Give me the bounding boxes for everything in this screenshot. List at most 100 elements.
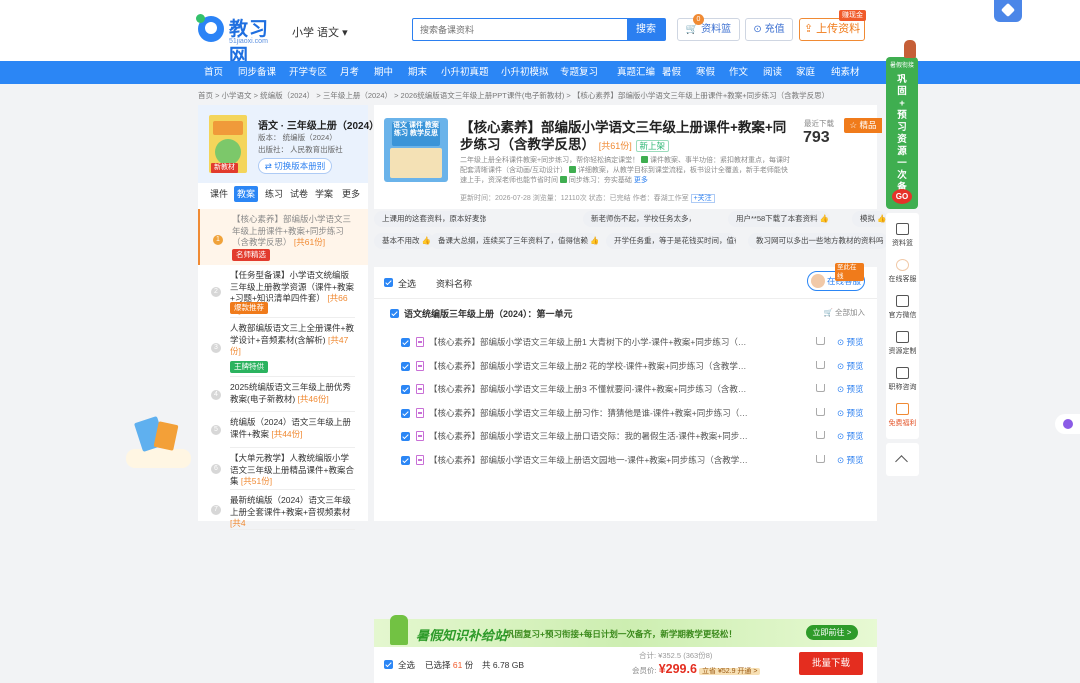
side-banner-char: 资 bbox=[897, 134, 907, 145]
online-service-button[interactable]: 至此在线 在线客服 bbox=[807, 263, 865, 291]
nav-item[interactable]: 月考 bbox=[340, 61, 359, 84]
nav-item[interactable]: 同步备课 bbox=[238, 61, 276, 84]
file-checkbox[interactable] bbox=[401, 408, 410, 418]
tab-more[interactable]: 更多 bbox=[339, 186, 363, 202]
list-item[interactable]: 1 【核心素养】部编版小学语文三年级上册课件+教案+同步练习（含教学反思） [共6… bbox=[198, 209, 368, 265]
preview-link[interactable]: ⊙ 预览 bbox=[837, 383, 864, 395]
file-name[interactable]: 【核心素养】部编版小学语文三年级上册习作：猜猜他是谁-课件+教案+同步练习（含教… bbox=[429, 407, 749, 419]
file-row[interactable]: 【核心素养】部编版小学语文三年级上册语文园地一-课件+教案+同步练习（含教学反思… bbox=[374, 449, 877, 472]
tab-study-plan[interactable]: 学案 bbox=[312, 186, 336, 202]
file-row[interactable]: 【核心素养】部编版小学语文三年级上册2 花的学校-课件+教案+同步练习（含教学反… bbox=[374, 355, 877, 378]
recharge-button[interactable]: ⊙ 充值 bbox=[745, 18, 793, 41]
nav-item[interactable]: 期末 bbox=[408, 61, 427, 84]
side-service-avatar[interactable]: 在线客服 bbox=[886, 259, 919, 284]
back-to-top-button[interactable] bbox=[886, 443, 919, 476]
add-to-basket-icon[interactable] bbox=[816, 454, 825, 463]
nav-item[interactable]: 专题复习 bbox=[560, 61, 598, 84]
file-row[interactable]: 【核心素养】部编版小学语文三年级上册口语交际：我的暑假生活-课件+教案+同步练习… bbox=[374, 425, 877, 448]
list-item[interactable]: 6 【大单元教学】人教统编版小学语文三年级上册精品课件+教案合集 [共51份] bbox=[198, 448, 368, 490]
select-all-checkbox-bottom[interactable] bbox=[384, 660, 393, 669]
file-checkbox[interactable] bbox=[401, 385, 410, 394]
batch-download-button[interactable]: 批量下载 bbox=[799, 652, 863, 675]
search-button[interactable]: 搜索 bbox=[627, 19, 665, 40]
side-edit[interactable]: 资源定制 bbox=[886, 331, 919, 356]
search-input[interactable] bbox=[413, 19, 628, 40]
nav-item[interactable]: 小升初真题 bbox=[441, 61, 489, 84]
basket-button[interactable]: 🛒 0 资料篮 bbox=[677, 14, 740, 41]
select-all-checkbox[interactable] bbox=[384, 278, 393, 287]
grade-subject-selector[interactable]: 小学 语文 ▾ bbox=[292, 24, 348, 40]
nav-item[interactable]: 作文 bbox=[729, 61, 748, 84]
tab-exam[interactable]: 试卷 bbox=[287, 186, 311, 202]
desc-text: 二年级上册全科课件教案+同步练习，帮你轻松搞定课堂！ bbox=[460, 157, 640, 164]
add-to-basket-icon[interactable] bbox=[816, 384, 825, 392]
preview-link[interactable]: ⊙ 预览 bbox=[837, 430, 864, 442]
add-to-basket-icon[interactable] bbox=[816, 337, 825, 345]
file-checkbox[interactable] bbox=[401, 361, 410, 371]
nav-item[interactable]: 阅读 bbox=[763, 61, 782, 84]
switch-icon: ⇄ bbox=[264, 161, 275, 171]
file-name[interactable]: 【核心素养】部编版小学语文三年级上册语文园地一-课件+教案+同步练习（含教学反思… bbox=[429, 454, 749, 466]
nav-item[interactable]: 开学专区 bbox=[289, 61, 327, 84]
file-checkbox[interactable] bbox=[401, 432, 410, 441]
main-nav: 首页 同步备课 开学专区 月考 期中 期末 小升初真题 小升初模拟 专题复习 真题汇编 暑假 寒假 作文… bbox=[0, 61, 1080, 84]
upload-button[interactable]: 赚现金 ⇪ 上传资料 bbox=[799, 10, 866, 41]
floating-books-widget[interactable] bbox=[126, 411, 191, 468]
add-to-basket-icon[interactable] bbox=[816, 360, 825, 369]
bird-mascot-icon[interactable] bbox=[994, 0, 1022, 22]
preview-label: 预览 bbox=[846, 431, 864, 441]
list-item-count: [共44份] bbox=[271, 428, 303, 439]
list-item[interactable]: 3 人教部编版语文三上全册课件+教学设计+音频素材(含解析) [共47份] 王牌特供 bbox=[198, 318, 368, 377]
side-cart[interactable]: 资料篮 bbox=[886, 223, 919, 248]
add-to-basket-icon[interactable] bbox=[816, 407, 825, 416]
nav-item[interactable]: 纯素材 bbox=[831, 61, 860, 84]
list-item[interactable]: 7 最新统编版（2024）语文三年级上册全套课件+教案+音视频素材 [共4 bbox=[198, 490, 368, 530]
file-checkbox[interactable] bbox=[401, 338, 410, 347]
file-row[interactable]: 【核心素养】部编版小学语文三年级上册3 不懂就要问-课件+教案+同步练习（含教学… bbox=[374, 378, 877, 401]
unit-checkbox[interactable] bbox=[390, 309, 399, 318]
list-item[interactable]: 2 【任务型备课】小学语文统编版三年级上册教学资源（课件+教案+习题+知识清单四件… bbox=[198, 265, 368, 318]
floating-assistant-button[interactable] bbox=[1055, 414, 1080, 434]
file-name[interactable]: 【核心素养】部编版小学语文三年级上册1 大青树下的小学-课件+教案+同步练习（含… bbox=[429, 336, 749, 348]
summer-side-banner[interactable]: 暑假衔接 巩固+预习资源一次备齐 GO bbox=[886, 40, 918, 209]
preview-link[interactable]: ⊙ 预览 bbox=[837, 360, 864, 372]
list-item[interactable]: 4 2025统编版语文三年级上册优秀教案(电子新教材) [共46份] bbox=[198, 377, 368, 412]
file-checkbox[interactable] bbox=[401, 455, 410, 465]
nav-item[interactable]: 小升初模拟 bbox=[501, 61, 549, 84]
summer-banner[interactable]: 暑假知识补给站 巩固复习+预习衔接+每日计划一次备齐，新学期教学更轻松！ 立即前… bbox=[374, 615, 877, 647]
nav-item[interactable]: 暑假 bbox=[662, 61, 681, 84]
nav-item[interactable]: 首页 bbox=[204, 61, 223, 84]
breadcrumb[interactable]: 首页 > 小学语文 > 统编版（2024） > 三年级上册（2024） > 20… bbox=[198, 90, 829, 101]
banner-go-button[interactable]: 立即前往 > bbox=[806, 625, 858, 640]
nav-item[interactable]: 期中 bbox=[374, 61, 393, 84]
tab-courseware[interactable]: 课件 bbox=[207, 186, 231, 202]
file-row[interactable]: 【核心素养】部编版小学语文三年级上册习作：猜猜他是谁-课件+教案+同步练习（含教… bbox=[374, 402, 877, 425]
nav-item[interactable]: 真题汇编 bbox=[617, 61, 655, 84]
file-row[interactable]: 【核心素养】部编版小学语文三年级上册1 大青树下的小学-课件+教案+同步练习（含… bbox=[374, 331, 877, 354]
logo[interactable]: 教习网 51jiaoxi.com bbox=[196, 14, 288, 67]
preview-link[interactable]: ⊙ 预览 bbox=[837, 407, 864, 419]
preview-link[interactable]: ⊙ 预览 bbox=[837, 336, 864, 348]
file-name[interactable]: 【核心素养】部编版小学语文三年级上册2 花的学校-课件+教案+同步练习（含教学反… bbox=[429, 360, 749, 372]
open-membership-button[interactable]: 立省 ¥52.9 开通 > bbox=[699, 668, 761, 675]
more-link[interactable]: 更多 bbox=[634, 177, 648, 184]
side-gift[interactable]: 免费福利 bbox=[886, 403, 919, 428]
preview-link[interactable]: ⊙ 预览 bbox=[837, 454, 864, 466]
nav-item[interactable]: 家庭 bbox=[796, 61, 815, 84]
file-name[interactable]: 【核心素养】部编版小学语文三年级上册3 不懂就要问-课件+教案+同步练习（含教学… bbox=[429, 383, 749, 395]
side-banner-go-button[interactable]: GO bbox=[892, 189, 912, 204]
tab-lesson-plan[interactable]: 教案 bbox=[234, 186, 259, 202]
switch-edition-button[interactable]: ⇄ 切换版本册别 bbox=[258, 158, 332, 174]
list-item[interactable]: 5 统编版（2024）语文三年级上册 课件+教案 [共44份] bbox=[198, 412, 368, 448]
nav-item[interactable]: 寒假 bbox=[696, 61, 715, 84]
add-to-basket-icon[interactable] bbox=[816, 431, 825, 439]
side-label: 官方微信 bbox=[888, 312, 917, 319]
tab-exercise[interactable]: 练习 bbox=[262, 186, 286, 202]
selected-number: 61 bbox=[452, 660, 463, 670]
preview-label: 预览 bbox=[846, 454, 864, 465]
add-all-button[interactable]: 🛒 全部加入 bbox=[824, 307, 865, 318]
side-graduation-cap[interactable]: 职称咨询 bbox=[886, 367, 919, 392]
file-name[interactable]: 【核心素养】部编版小学语文三年级上册口语交际：我的暑假生活-课件+教案+同步练习… bbox=[429, 430, 749, 442]
side-wechat[interactable]: 官方微信 bbox=[886, 295, 919, 320]
follow-button[interactable]: +关注 bbox=[690, 194, 715, 203]
